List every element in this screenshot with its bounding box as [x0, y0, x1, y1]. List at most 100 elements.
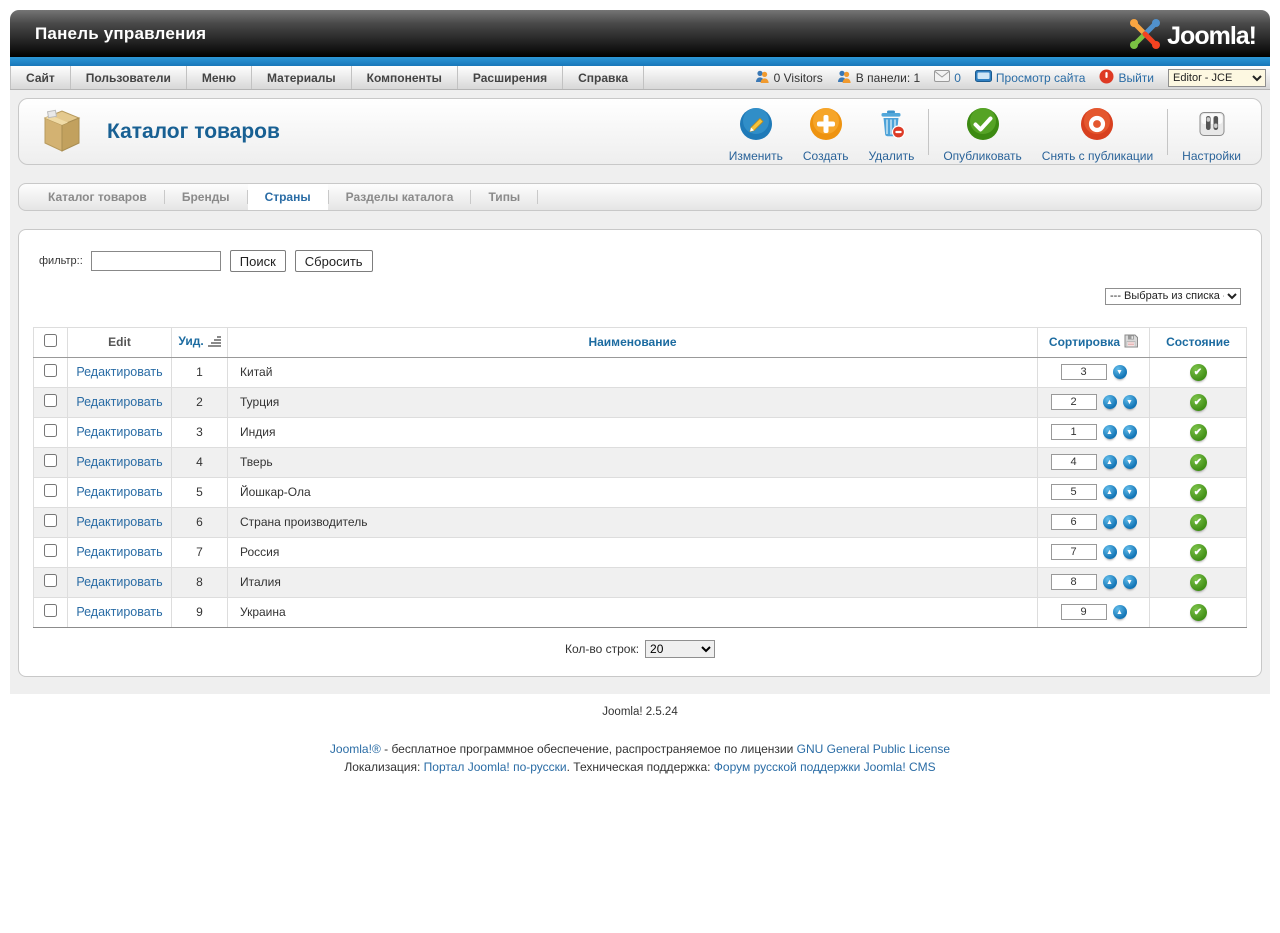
- rows-per-page-select[interactable]: 20: [645, 639, 716, 658]
- row-checkbox[interactable]: [44, 484, 57, 497]
- select-all-checkbox[interactable]: [44, 334, 57, 347]
- edit-link[interactable]: Редактировать: [76, 425, 162, 439]
- order-input[interactable]: [1050, 514, 1097, 530]
- order-input[interactable]: [1050, 544, 1097, 560]
- order-up-button[interactable]: ▲: [1112, 605, 1127, 619]
- order-input[interactable]: [1050, 484, 1097, 500]
- order-down-button[interactable]: ▼: [1122, 455, 1137, 469]
- support-forum-link[interactable]: Форум русской поддержки Joomla! CMS: [714, 760, 936, 774]
- row-uid: 5: [171, 476, 228, 508]
- order-input[interactable]: [1050, 574, 1097, 590]
- order-down-button[interactable]: ▼: [1122, 425, 1137, 439]
- edit-link[interactable]: Редактировать: [76, 455, 162, 469]
- row-checkbox[interactable]: [44, 424, 57, 437]
- save-order-icon[interactable]: [1124, 334, 1139, 351]
- menu-content[interactable]: Материалы: [252, 66, 352, 89]
- joomla-link[interactable]: Joomla!®: [330, 742, 381, 756]
- row-checkbox[interactable]: [44, 544, 57, 557]
- edit-link[interactable]: Редактировать: [76, 485, 162, 499]
- messages-link[interactable]: 0: [934, 70, 961, 85]
- edit-link[interactable]: Редактировать: [76, 605, 162, 619]
- gnu-license-link[interactable]: GNU General Public License: [797, 742, 950, 756]
- published-icon[interactable]: [1189, 393, 1207, 411]
- category-select[interactable]: --- Выбрать из списка ---: [1105, 287, 1241, 305]
- filter-label: фильтр::: [39, 255, 83, 267]
- published-icon[interactable]: [1189, 573, 1207, 591]
- preview-site-link[interactable]: Просмотр сайта: [974, 70, 1085, 85]
- menu-help[interactable]: Справка: [563, 66, 645, 89]
- order-input[interactable]: [1060, 604, 1107, 620]
- visitors-icon: [755, 70, 770, 86]
- order-input[interactable]: [1050, 424, 1097, 440]
- menu-components[interactable]: Компоненты: [352, 66, 458, 89]
- published-icon[interactable]: [1189, 423, 1207, 441]
- published-icon[interactable]: [1189, 513, 1207, 531]
- options-button[interactable]: Настройки: [1172, 107, 1251, 163]
- menu-site[interactable]: Сайт: [10, 66, 71, 89]
- support-line: Локализация: Портал Joomla! по-русски. Т…: [344, 759, 936, 774]
- edit-link[interactable]: Редактировать: [76, 395, 162, 409]
- logout-link[interactable]: Выйти: [1099, 69, 1154, 87]
- tab-sections[interactable]: Разделы каталога: [329, 184, 471, 210]
- published-icon[interactable]: [1189, 363, 1207, 381]
- menu-menus[interactable]: Меню: [187, 66, 253, 89]
- tab-brands[interactable]: Бренды: [165, 184, 247, 210]
- publish-button[interactable]: Опубликовать: [933, 107, 1031, 163]
- page-header-box: Каталог товаров Изменить Создать Удалить…: [18, 98, 1262, 165]
- edit-link[interactable]: Редактировать: [76, 515, 162, 529]
- header-edit: Edit: [67, 326, 172, 358]
- order-down-button[interactable]: ▼: [1122, 395, 1137, 409]
- order-up-button[interactable]: ▲: [1102, 455, 1117, 469]
- header-order[interactable]: Сортировка: [1037, 326, 1150, 358]
- accent-bar: [10, 57, 1270, 66]
- localization-link[interactable]: Портал Joomla! по-русски: [424, 760, 567, 774]
- search-button[interactable]: Поиск: [229, 250, 286, 272]
- edit-link[interactable]: Редактировать: [76, 575, 162, 589]
- published-icon[interactable]: [1189, 453, 1207, 471]
- tab-types[interactable]: Типы: [471, 184, 537, 210]
- order-up-button[interactable]: ▲: [1102, 395, 1117, 409]
- editor-select[interactable]: Editor - JCE: [1168, 68, 1266, 87]
- order-down-button[interactable]: ▼: [1122, 485, 1137, 499]
- order-down-button[interactable]: ▼: [1122, 575, 1137, 589]
- order-input[interactable]: [1060, 364, 1107, 380]
- row-checkbox[interactable]: [44, 364, 57, 377]
- new-button[interactable]: Создать: [793, 107, 859, 163]
- order-input[interactable]: [1050, 394, 1097, 410]
- row-checkbox[interactable]: [44, 574, 57, 587]
- admin-user-icon: [837, 70, 852, 86]
- edit-link[interactable]: Редактировать: [76, 365, 162, 379]
- menu-extensions[interactable]: Расширения: [458, 66, 564, 89]
- order-down-button[interactable]: ▼: [1122, 515, 1137, 529]
- delete-button[interactable]: Удалить: [859, 107, 925, 163]
- header-name[interactable]: Наименование: [227, 326, 1038, 358]
- order-up-button[interactable]: ▲: [1102, 545, 1117, 559]
- reset-button[interactable]: Сбросить: [294, 250, 373, 272]
- order-up-button[interactable]: ▲: [1102, 425, 1117, 439]
- unpublish-button[interactable]: Снять с публикации: [1032, 107, 1163, 163]
- row-checkbox[interactable]: [44, 604, 57, 617]
- published-icon[interactable]: [1189, 543, 1207, 561]
- window-title: Панель управления: [35, 23, 207, 43]
- order-up-button[interactable]: ▲: [1102, 575, 1117, 589]
- header-uid[interactable]: Уид.: [171, 326, 228, 358]
- tab-catalog[interactable]: Каталог товаров: [31, 184, 164, 210]
- menu-users[interactable]: Пользователи: [71, 66, 187, 89]
- row-checkbox[interactable]: [44, 454, 57, 467]
- filter-input[interactable]: [90, 251, 221, 271]
- row-checkbox[interactable]: [44, 514, 57, 527]
- order-up-button[interactable]: ▲: [1102, 485, 1117, 499]
- tab-countries[interactable]: Страны: [247, 184, 328, 210]
- main-menubar: Сайт Пользователи Меню Материалы Компоне…: [10, 66, 1270, 90]
- row-checkbox[interactable]: [44, 394, 57, 407]
- edit-button[interactable]: Изменить: [719, 107, 793, 163]
- order-down-button[interactable]: ▼: [1122, 545, 1137, 559]
- order-input[interactable]: [1050, 454, 1097, 470]
- order-down-button[interactable]: ▼: [1112, 365, 1127, 379]
- edit-link[interactable]: Редактировать: [76, 545, 162, 559]
- published-icon[interactable]: [1189, 603, 1207, 621]
- order-up-button[interactable]: ▲: [1102, 515, 1117, 529]
- published-icon[interactable]: [1189, 483, 1207, 501]
- mail-icon: [934, 70, 951, 85]
- monitor-icon: [974, 70, 992, 85]
